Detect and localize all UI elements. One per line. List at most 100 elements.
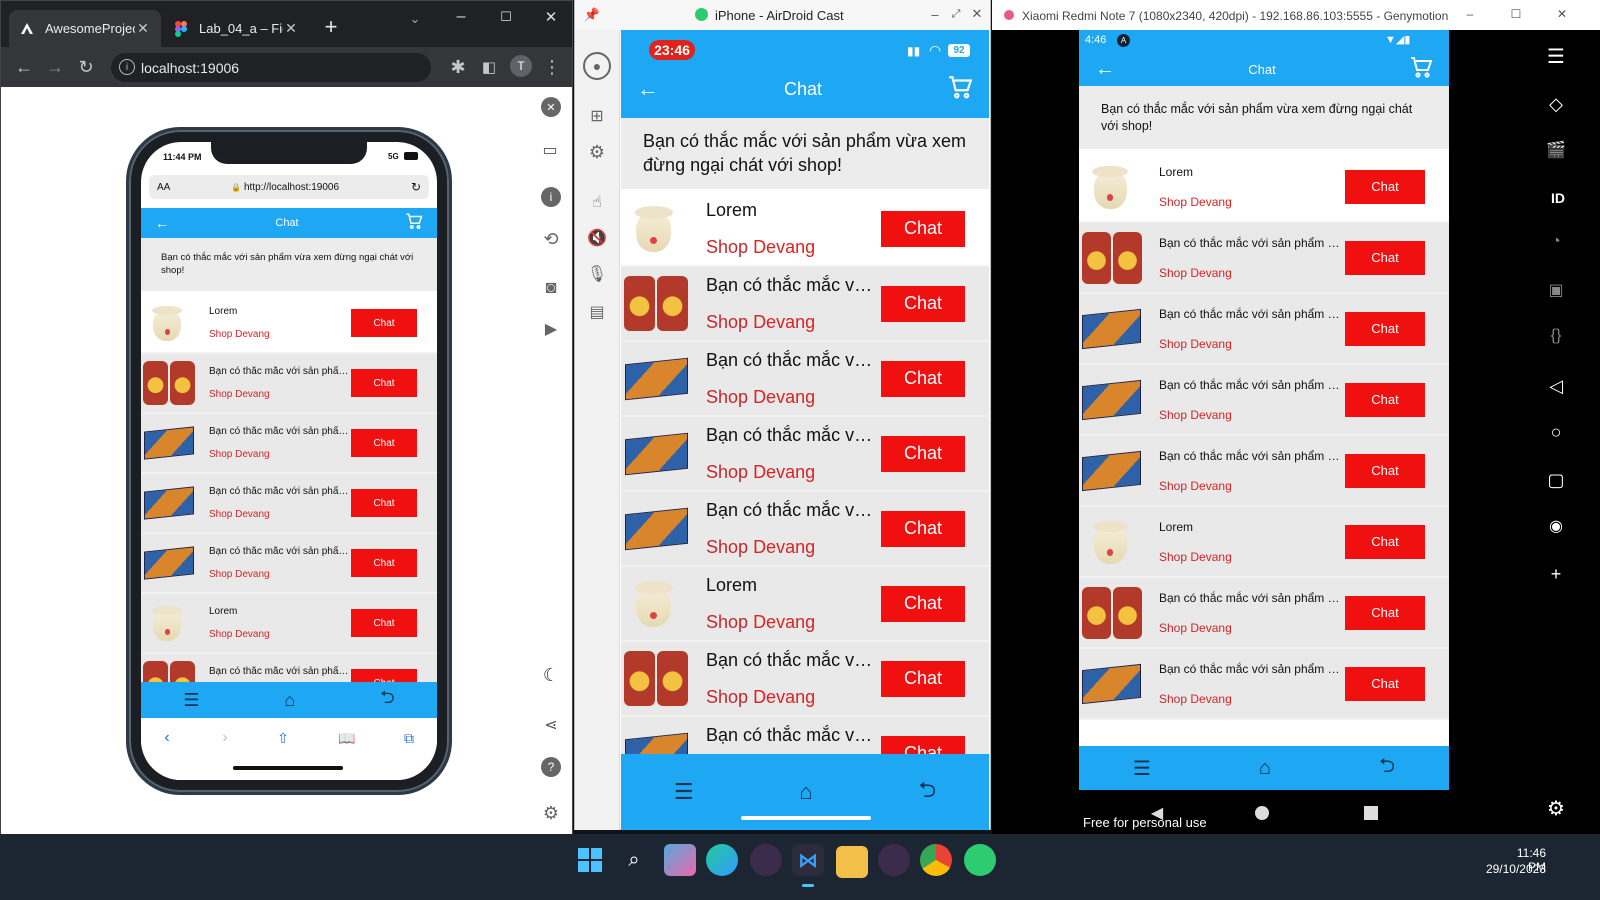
extensions-icon[interactable]: ✱ [445, 54, 471, 80]
chat-button[interactable]: Chat [1345, 169, 1425, 204]
chat-button[interactable]: Chat [1345, 666, 1425, 701]
media-icon[interactable]: ▣ [1544, 278, 1568, 302]
cart-icon[interactable] [947, 74, 973, 105]
settings-gear-icon[interactable]: ⚙ [585, 140, 609, 164]
close-icon[interactable]: ✕ [541, 97, 561, 117]
back-triangle-icon[interactable]: ◁ [1544, 374, 1568, 398]
close-icon[interactable]: ✕ [969, 6, 985, 22]
side-panel-icon[interactable]: ◧ [476, 54, 502, 80]
safari-tabs-icon[interactable]: ⧉ [399, 728, 419, 748]
home-tab-icon[interactable]: ⌂ [799, 779, 812, 805]
back-icon[interactable]: ← [11, 54, 37, 80]
minimize-icon[interactable]: – [1462, 6, 1478, 22]
more-menu-icon[interactable]: ⋮ [539, 54, 565, 80]
chat-button[interactable]: Chat [1345, 240, 1425, 275]
reader-label[interactable]: AA [157, 182, 231, 193]
mic-mute-icon[interactable]: 🎙 [585, 262, 609, 286]
camera-icon[interactable]: ◉ [1544, 514, 1568, 538]
back-arrow-icon[interactable]: ← [155, 215, 169, 231]
chat-button[interactable]: Chat [881, 285, 965, 322]
app-icon[interactable] [750, 844, 782, 876]
dark-mode-icon[interactable]: ☾ [539, 663, 563, 687]
safari-forward-icon[interactable]: › [215, 728, 235, 748]
back-tab-icon[interactable]: ⮌ [918, 773, 936, 811]
cart-icon[interactable] [1409, 55, 1433, 84]
back-arrow-icon[interactable]: ← [637, 76, 659, 102]
recents-square-icon[interactable]: ▢ [1544, 468, 1568, 492]
profile-avatar[interactable]: T [510, 55, 532, 77]
windows-start-icon[interactable] [578, 848, 602, 872]
settings-gear-icon[interactable]: ⚙ [539, 801, 563, 825]
airdroid-icon[interactable] [964, 844, 996, 876]
capture-icon[interactable]: 🎬 [1544, 138, 1568, 162]
android-recents-icon[interactable] [1364, 806, 1378, 820]
rotate-icon[interactable]: ◇ [1544, 92, 1568, 116]
home-tab-icon[interactable]: ⌂ [1259, 757, 1271, 780]
vscode-icon[interactable]: ⋈ [792, 844, 824, 876]
chat-button[interactable]: Chat [351, 489, 417, 517]
info-icon[interactable]: i [541, 187, 561, 207]
safari-share-icon[interactable]: ⇧ [273, 728, 293, 748]
address-bar[interactable]: i localhost:19006 [111, 53, 431, 82]
chat-button[interactable]: Chat [881, 360, 965, 397]
rotate-icon[interactable]: ⟲ [539, 227, 563, 251]
device-id-icon[interactable]: ID [1544, 186, 1572, 210]
tab-search-icon[interactable]: ⌄ [405, 9, 425, 29]
devices-icon[interactable]: ▭ [535, 137, 565, 163]
back-tab-icon[interactable]: ⮌ [1379, 751, 1395, 785]
video-icon[interactable]: ▶ [539, 317, 563, 341]
network-icon[interactable]: ◔ [1544, 230, 1568, 254]
edge-icon[interactable] [706, 844, 738, 876]
chat-button[interactable]: Chat [351, 609, 417, 637]
search-icon[interactable]: ⌕ [620, 846, 648, 874]
maximize-icon[interactable]: ☐ [496, 7, 516, 27]
forward-icon[interactable]: → [42, 54, 68, 80]
tab-awesomeproject[interactable]: AwesomeProject ✕ [9, 10, 161, 47]
home-tab-icon[interactable]: ⌂ [284, 690, 295, 711]
safari-back-icon[interactable]: ‹ [157, 728, 177, 748]
tab-figma[interactable]: Lab_04_a – Figma ✕ [163, 10, 309, 47]
close-icon[interactable]: ✕ [1554, 6, 1570, 22]
minimize-icon[interactable]: – [451, 7, 471, 27]
chat-button[interactable]: Chat [351, 309, 417, 337]
android-home-icon[interactable] [1255, 806, 1269, 820]
safari-address-bar[interactable]: AA 🔒 http://localhost:19006 ↻ [149, 175, 429, 199]
cart-icon[interactable] [405, 212, 423, 235]
file-transfer-icon[interactable]: ▤ [585, 300, 609, 324]
chat-button[interactable]: Chat [881, 210, 965, 247]
menu-tab-icon[interactable]: ☰ [183, 690, 199, 711]
chat-button[interactable]: Chat [881, 510, 965, 547]
back-arrow-icon[interactable]: ← [1095, 58, 1115, 81]
minimize-icon[interactable]: – [927, 6, 943, 22]
chat-button[interactable]: Chat [881, 435, 965, 472]
genymotion-icon[interactable] [878, 844, 910, 876]
chat-button[interactable]: Chat [1345, 382, 1425, 417]
chat-button[interactable]: Chat [351, 369, 417, 397]
file-explorer-icon[interactable] [836, 846, 868, 878]
site-info-icon[interactable]: i [119, 59, 135, 75]
add-device-icon[interactable]: ⊞ [585, 104, 609, 128]
new-tab-button[interactable]: + [319, 14, 343, 39]
chat-button[interactable]: Chat [881, 585, 965, 622]
chat-button[interactable]: Chat [1345, 524, 1425, 559]
add-icon[interactable]: + [1544, 562, 1568, 586]
touch-control-icon[interactable]: ☝ [585, 190, 609, 214]
close-tab-icon[interactable]: ✕ [135, 20, 151, 37]
close-tab-icon[interactable]: ✕ [283, 20, 299, 37]
home-circle-icon[interactable]: ○ [1544, 420, 1568, 444]
share-icon[interactable]: ⋖ [539, 713, 563, 737]
chat-button[interactable]: Chat [351, 429, 417, 457]
copilot-icon[interactable] [664, 844, 696, 876]
chat-button[interactable]: Chat [1345, 311, 1425, 346]
maximize-icon[interactable]: ☐ [1508, 6, 1524, 22]
help-icon[interactable]: ? [541, 757, 561, 777]
chat-button[interactable]: Chat [351, 549, 417, 577]
speaker-mute-icon[interactable]: 🔇 [585, 226, 609, 250]
chrome-icon[interactable] [920, 844, 952, 876]
reload-icon[interactable]: ↻ [411, 180, 421, 194]
menu-icon[interactable]: ☰ [1544, 44, 1568, 68]
reload-icon[interactable]: ↻ [73, 54, 99, 80]
chat-button[interactable]: Chat [1345, 453, 1425, 488]
menu-tab-icon[interactable]: ☰ [674, 779, 694, 805]
close-window-icon[interactable]: ✕ [541, 7, 561, 27]
